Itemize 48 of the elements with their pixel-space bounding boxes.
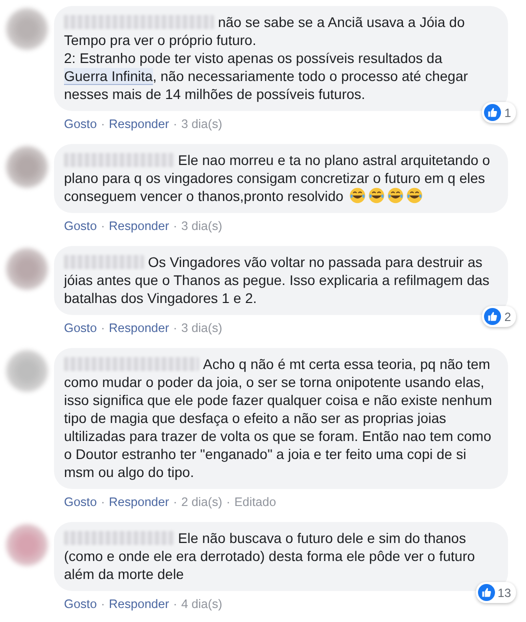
like-link[interactable]: Gosto [64, 116, 97, 132]
comment-meta: Editado [234, 494, 276, 510]
comment-meta: 4 dia(s) [181, 596, 222, 612]
hashtag-link[interactable]: Guerra Infinita [64, 68, 153, 85]
separator-dot: · [100, 116, 105, 132]
separator-dot: · [173, 320, 178, 336]
separator-dot: · [173, 494, 178, 510]
like-link[interactable]: Gosto [64, 494, 97, 510]
reaction-count[interactable]: 13 [476, 582, 516, 603]
like-link[interactable]: Gosto [64, 596, 97, 612]
thumbs-up-icon [484, 104, 502, 121]
avatar[interactable] [6, 350, 48, 392]
separator-dot: · [100, 596, 105, 612]
thumbs-up-icon [484, 308, 502, 325]
reaction-count[interactable]: 2 [482, 306, 516, 327]
comment-meta: 3 dia(s) [181, 218, 222, 234]
separator-dot: · [100, 494, 105, 510]
avatar[interactable] [6, 8, 48, 50]
thumbs-up-icon [478, 584, 495, 601]
avatar[interactable] [6, 146, 48, 188]
separator-dot: · [100, 320, 105, 336]
comment-text: Acho q não é mt certa essa teoria, pq não tem como mudar o poder da joia, o ser se torna onipotente usando elas, isso significa que ele pode fazer qualquer coisa e não existe nenhum tipo de magia que desfaça o efeito a não ser as proprias joias ultilizadas para trazer de volta os que se foram. Então nao tem como o Doutor estranho ter "enganado" a joia e ter feito uma copi de si msm ou algo do tipo. [64, 355, 494, 481]
comment-meta: 3 dia(s) [181, 116, 222, 132]
laughing-emoji-icon [387, 187, 404, 204]
laughing-emoji-icon [406, 187, 424, 204]
separator-dot: · [100, 218, 105, 234]
reply-link[interactable]: Responder [108, 596, 170, 612]
like-link[interactable]: Gosto [64, 320, 97, 336]
reaction-count[interactable]: 1 [482, 102, 516, 123]
reply-link[interactable]: Responder [108, 218, 170, 234]
laughing-emoji-icon [349, 187, 366, 204]
comment-text: Ele não buscava o futuro dele e sim do thanos (como e onde ele era derrotado) desta forma ele pôde ver o futuro além da morte dele [64, 529, 476, 583]
separator-dot: · [173, 596, 178, 612]
comment-text: Os Vingadores vão voltar no passada para destruir as jóias antes que o Thanos as pegue. Isso explicaria a refilmagem das batalhas dos Vingadores 1 e 2. [64, 253, 490, 307]
reply-link[interactable]: Responder [108, 494, 170, 510]
comment-meta: 2 dia(s) [181, 494, 222, 510]
like-link[interactable]: Gosto [64, 218, 97, 234]
avatar[interactable] [6, 524, 48, 566]
avatar[interactable] [6, 248, 48, 290]
comment-text: não se sabe se a Anciã usava a Jóia do Tempo pra ver o próprio futuro. 2: Estranho pode ter visto apenas os possíveis resultados da Guerra Infinita, não necessariamente todo o processo até chegar nesses mais de 14 milhões de possíveis futuros. [64, 13, 469, 103]
separator-dot: · [173, 116, 178, 132]
comment-text: Ele nao morreu e ta no plano astral arquitetando o plano para q os vingadores consigam concretizar o futuro em q eles conseguem vencer o thanos,pronto resolvido [64, 151, 492, 205]
laughing-emoji-icon [368, 187, 386, 204]
reply-link[interactable]: Responder [108, 116, 170, 132]
separator-dot: · [173, 218, 178, 234]
separator-dot: · [226, 494, 230, 510]
reply-link[interactable]: Responder [108, 320, 170, 336]
comment-meta: 3 dia(s) [181, 320, 222, 336]
